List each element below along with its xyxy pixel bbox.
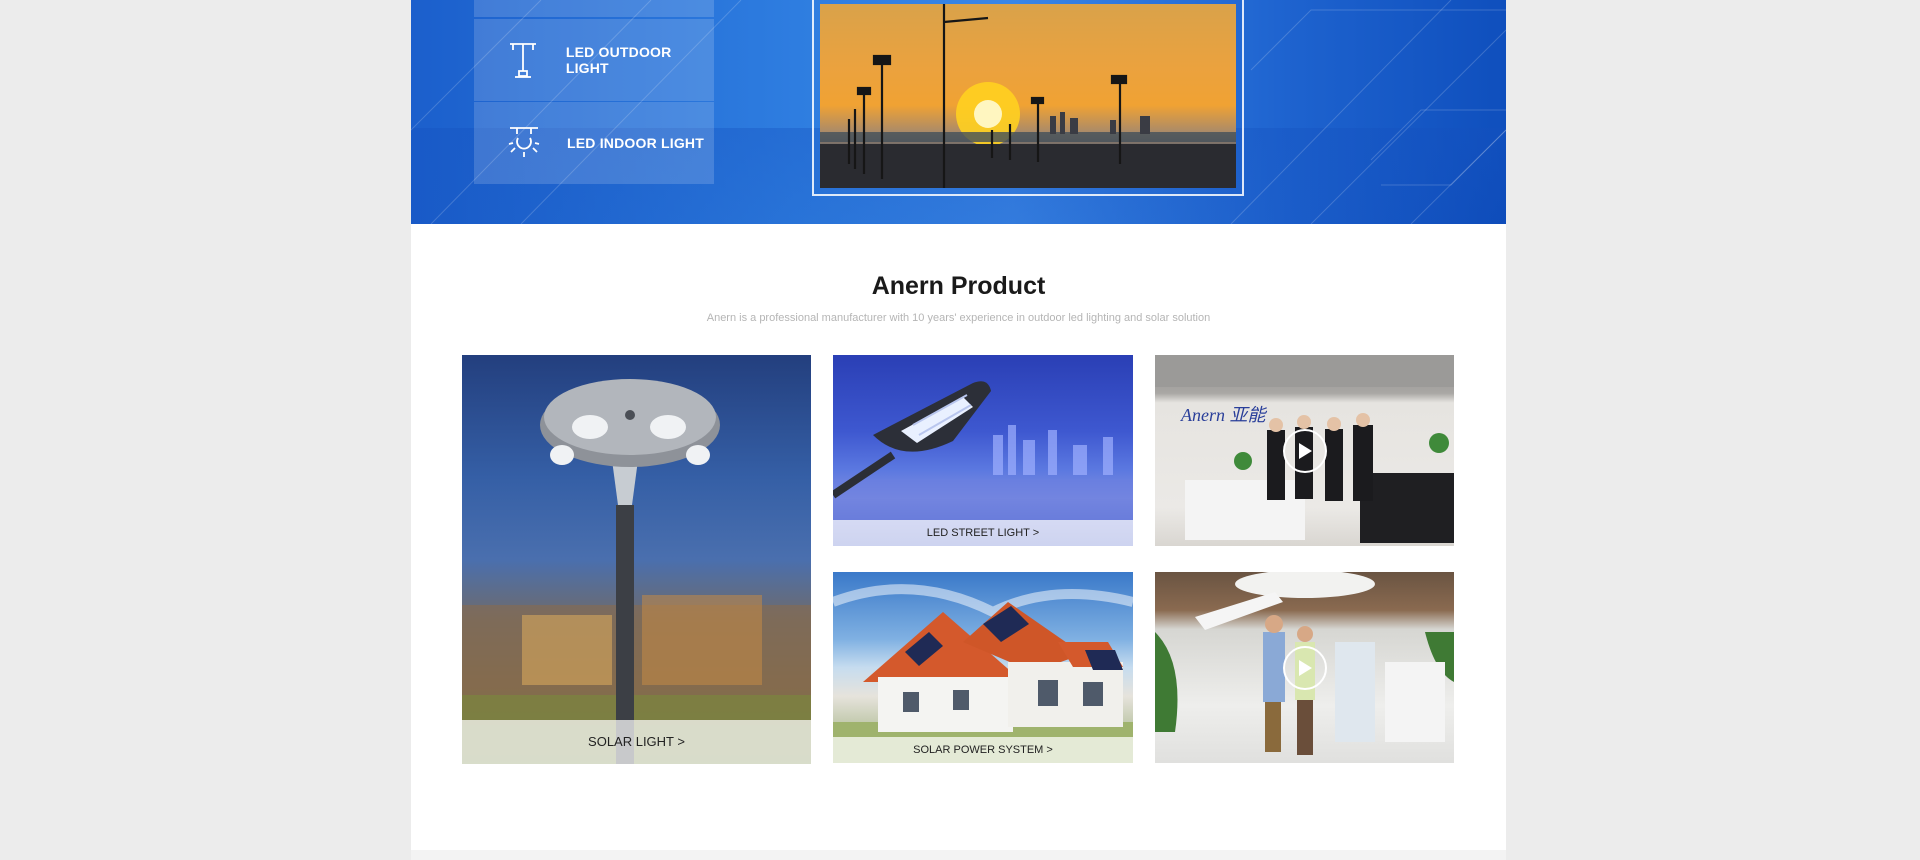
product-card-solar-power-system[interactable]: SOLAR POWER SYSTEM >	[833, 572, 1133, 763]
ceiling-lamp-icon	[504, 123, 544, 163]
play-video-button[interactable]	[1282, 645, 1327, 690]
menu-item-led-indoor-light[interactable]: LED INDOOR LIGHT	[474, 102, 714, 184]
menu-item-label: LED INDOOR LIGHT	[567, 135, 704, 151]
solar-light-photo	[462, 379, 811, 764]
hero-banner: LED OUTDOOR LIGHT LED INDOOR LIGHT	[411, 0, 1506, 224]
play-icon	[1298, 442, 1312, 459]
video-card-team[interactable]: Anern 亚能	[1155, 355, 1454, 546]
card-caption: SOLAR LIGHT >	[462, 720, 811, 764]
section-subtitle: Anern is a professional manufacturer wit…	[706, 312, 1211, 324]
play-video-button[interactable]	[1282, 428, 1327, 473]
menu-item-led-outdoor-light[interactable]: LED OUTDOOR LIGHT	[474, 19, 714, 101]
video-card-showroom[interactable]	[1155, 572, 1454, 763]
hero-photo-frame	[812, 0, 1244, 196]
street-lamp-icon	[504, 40, 543, 80]
street-light-photo	[833, 381, 1133, 520]
page-bottom-strip	[411, 850, 1506, 860]
product-card-led-street-light[interactable]: LED STREET LIGHT >	[833, 355, 1133, 546]
menu-item-previous[interactable]	[474, 0, 714, 17]
page-container: LED OUTDOOR LIGHT LED INDOOR LIGHT Anern…	[411, 0, 1506, 850]
card-caption: SOLAR POWER SYSTEM >	[833, 737, 1133, 763]
category-menu: LED OUTDOOR LIGHT LED INDOOR LIGHT	[474, 0, 714, 184]
solar-house-photo	[833, 584, 1133, 763]
product-card-solar-light[interactable]: SOLAR LIGHT >	[462, 355, 811, 764]
play-icon	[1298, 659, 1312, 676]
card-caption: LED STREET LIGHT >	[833, 520, 1133, 546]
section-title: Anern Product	[871, 272, 1046, 300]
sunset-street-lights-photo	[820, 4, 1236, 188]
menu-item-label: LED OUTDOOR LIGHT	[565, 44, 672, 76]
anern-logo: Anern 亚能	[1180, 405, 1267, 425]
